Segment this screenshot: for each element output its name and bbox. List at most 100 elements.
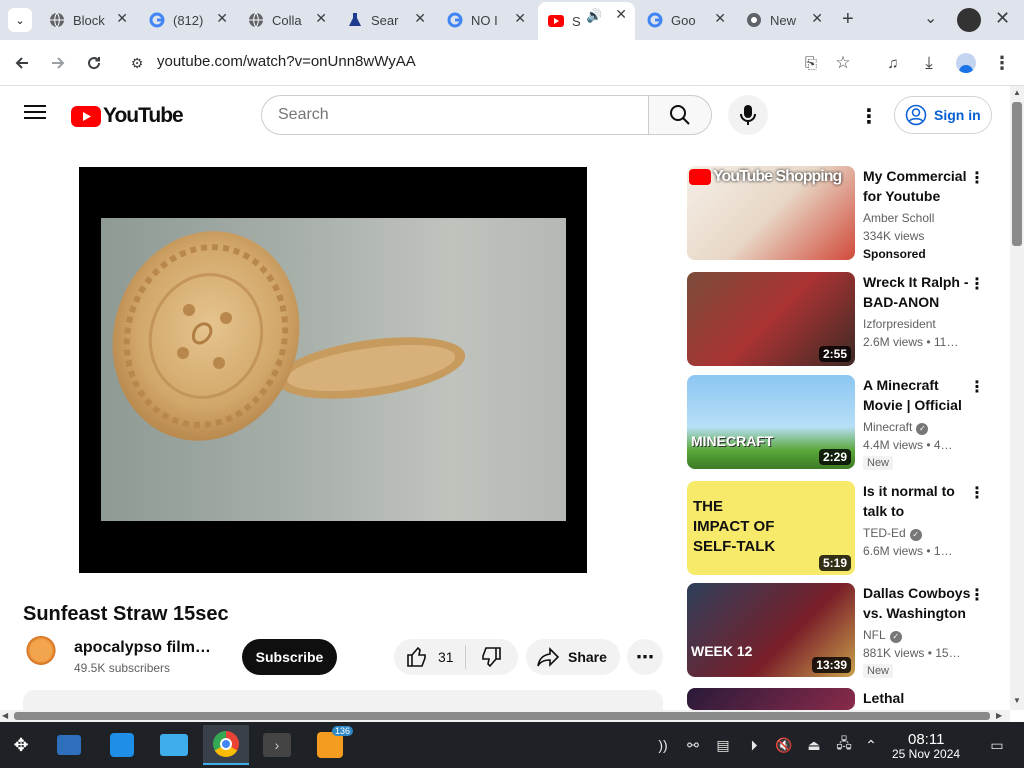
recommended-video[interactable]: THE IMPACT OF SELF-TALK 5:19 Is it normal … <box>687 481 987 576</box>
reload-button[interactable] <box>81 50 107 76</box>
dislike-button[interactable] <box>466 646 502 668</box>
video-thumbnail[interactable]: 2:55 <box>687 272 855 366</box>
close-tab-icon[interactable]: ✕ <box>216 10 228 27</box>
scroll-right-arrow[interactable]: ▶ <box>996 711 1002 720</box>
new-tab-button[interactable]: + <box>842 8 854 31</box>
close-tab-icon[interactable]: ✕ <box>714 10 726 27</box>
kebab-icon[interactable]: ⋮ <box>969 377 985 397</box>
video-thumbnail[interactable]: YouTube Shopping <box>687 166 855 260</box>
rss-tray-icon[interactable]: )) <box>654 736 672 754</box>
close-tab-icon[interactable]: ✕ <box>514 10 526 27</box>
recommended-channel[interactable]: TED-Ed ✓ <box>863 526 922 541</box>
recommended-video[interactable]: Lethal <box>687 688 987 710</box>
browser-tab[interactable]: S 🔊 ✕ <box>538 2 635 40</box>
recommended-channel[interactable]: NFL ✓ <box>863 628 902 643</box>
tab-list-button[interactable]: ⌄ <box>924 8 937 28</box>
expand-tray-icon[interactable]: ⌃ <box>862 736 880 754</box>
media-player-icon[interactable]: ⏵ <box>745 736 763 754</box>
browser-tab[interactable]: NO I ✕ <box>437 6 534 34</box>
browser-tab[interactable]: Block ✕ <box>39 6 136 34</box>
kebab-icon[interactable]: ⋮ <box>969 585 985 605</box>
recommended-video[interactable]: 2:55 Wreck It Ralph - BAD-ANON Izforpresid… <box>687 272 987 367</box>
close-window-button[interactable]: ✕ <box>995 8 1010 29</box>
kebab-icon[interactable]: ⋮ <box>969 168 985 188</box>
sign-in-button[interactable]: Sign in <box>894 96 992 134</box>
app-launcher-button[interactable]: ✥ <box>6 730 36 760</box>
media-control-button[interactable]: ♫ <box>880 50 906 76</box>
browser-tab[interactable]: New ✕ <box>736 6 831 34</box>
video-thumbnail[interactable] <box>687 688 855 710</box>
recommended-video-title[interactable]: My Commercial for Youtube Shopping <box>863 166 971 206</box>
horizontal-scrollbar[interactable]: ◀ ▶ <box>0 710 1010 722</box>
recommended-channel[interactable]: Amber Scholl <box>863 211 934 225</box>
browser-menu-button[interactable]: ⋮ <box>989 50 1015 76</box>
recommended-channel[interactable]: Minecraft ✓ <box>863 420 929 435</box>
video-thumbnail[interactable]: WEEK 12 13:39 <box>687 583 855 677</box>
bookmark-button[interactable]: ☆ <box>830 50 856 76</box>
settings-menu-button[interactable]: ⋮ <box>859 104 879 129</box>
forward-button[interactable] <box>45 50 71 76</box>
store-app[interactable] <box>107 730 137 760</box>
search-input[interactable] <box>278 96 618 134</box>
kebab-icon[interactable]: ⋮ <box>969 483 985 503</box>
clock-time[interactable]: 08:11 <box>908 731 944 748</box>
like-button[interactable]: 31 <box>394 645 466 669</box>
settings-app[interactable] <box>54 730 84 760</box>
subscribe-button[interactable]: Subscribe <box>242 639 337 675</box>
browser-tab[interactable]: Goo ✕ <box>637 6 734 34</box>
close-tab-icon[interactable]: ✕ <box>615 6 627 23</box>
kde-connect-icon[interactable]: ⚯ <box>684 736 702 754</box>
recommended-video[interactable]: WEEK 12 13:39 Dallas Cowboys vs. Washingto… <box>687 583 987 678</box>
kebab-icon[interactable]: ⋮ <box>969 274 985 294</box>
more-actions-button[interactable]: ⋯ <box>627 639 663 675</box>
vertical-scrollbar[interactable]: ▲ ▼ <box>1010 86 1024 710</box>
clock-date[interactable]: 25 Nov 2024 <box>892 747 960 761</box>
channel-name[interactable]: apocalypso filmworks <box>74 639 219 657</box>
video-player[interactable] <box>79 167 587 573</box>
recommended-video-title[interactable]: Lethal <box>863 688 971 708</box>
network-icon[interactable]: 🖧 <box>835 735 853 754</box>
address-bar[interactable]: youtube.com/watch?v=onUnn8wWyAA <box>157 53 416 70</box>
close-tab-icon[interactable]: ✕ <box>811 10 823 27</box>
recommended-video-title[interactable]: Wreck It Ralph - BAD-ANON <box>863 272 971 312</box>
scroll-up-arrow[interactable]: ▲ <box>1013 88 1021 97</box>
account-menu-icon[interactable] <box>957 8 981 32</box>
rss-reader-app[interactable]: 136 <box>315 726 354 760</box>
profile-button[interactable] <box>953 50 979 76</box>
guide-menu-button[interactable] <box>24 103 46 126</box>
chrome-app[interactable] <box>203 725 249 765</box>
scrollbar-thumb[interactable] <box>14 712 990 720</box>
channel-avatar[interactable] <box>25 636 57 668</box>
volume-muted-icon[interactable]: 🔇 <box>775 736 793 754</box>
downloads-button[interactable]: ⤓ <box>916 50 942 76</box>
recommended-video-title[interactable]: A Minecraft Movie | Official Trailer <box>863 375 971 415</box>
video-thumbnail[interactable]: MINECRAFT 2:29 <box>687 375 855 469</box>
close-tab-icon[interactable]: ✕ <box>315 10 327 27</box>
usb-device-icon[interactable]: ⏏ <box>805 736 823 754</box>
recommended-video[interactable]: MINECRAFT 2:29 A Minecraft Movie | Officia… <box>687 375 987 470</box>
scroll-left-arrow[interactable]: ◀ <box>2 711 8 720</box>
speaker-icon[interactable]: 🔊 <box>586 8 602 24</box>
tab-search-dropdown[interactable]: ⌄ <box>8 8 32 32</box>
share-button[interactable]: Share <box>526 639 620 675</box>
close-tab-icon[interactable]: ✕ <box>116 10 128 27</box>
browser-tab[interactable]: Colla ✕ <box>238 6 335 34</box>
install-app-button[interactable]: ⎘ <box>798 50 824 76</box>
file-manager-app[interactable] <box>159 730 189 760</box>
close-tab-icon[interactable]: ✕ <box>414 10 426 27</box>
scrollbar-thumb[interactable] <box>1012 102 1022 246</box>
search-field[interactable] <box>261 95 649 135</box>
recommended-video-title[interactable]: Is it normal to talk to yourself? <box>863 481 971 521</box>
recommended-video-title[interactable]: Dallas Cowboys vs. Washington Commanders <box>863 583 971 623</box>
recommended-channel[interactable]: Izforpresident <box>863 317 936 331</box>
video-thumbnail[interactable]: THE IMPACT OF SELF-TALK 5:19 <box>687 481 855 575</box>
youtube-logo[interactable]: YouTube <box>71 104 184 128</box>
show-desktop-icon[interactable]: ▭ <box>988 736 1006 754</box>
recommended-video[interactable]: YouTube Shopping My Commercial for Youtub… <box>687 166 987 261</box>
voice-search-button[interactable] <box>728 95 768 135</box>
browser-tab[interactable]: (812) ✕ <box>139 6 236 34</box>
site-info-button[interactable]: ⚙ <box>124 50 150 76</box>
browser-tab[interactable]: Sear ✕ <box>337 6 434 34</box>
search-button[interactable] <box>648 95 712 135</box>
scroll-down-arrow[interactable]: ▼ <box>1013 696 1021 705</box>
